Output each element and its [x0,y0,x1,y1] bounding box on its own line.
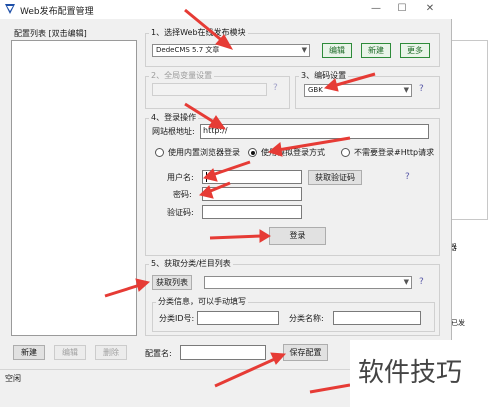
new-module-button[interactable]: 新建 [361,43,391,58]
background-panel [448,40,488,220]
global-vars-help-icon[interactable]: ? [273,83,278,93]
module-select-value: DedeCMS 5.7 文章 [156,46,220,54]
login-help-icon[interactable]: ? [405,172,410,182]
save-config-button[interactable]: 保存配置 [283,344,328,361]
radio-simulated-login[interactable] [248,148,257,157]
category-name-input[interactable] [333,311,421,325]
password-input[interactable] [202,187,302,201]
background-side-text: 已发 [451,319,465,327]
encoding-help-icon[interactable]: ? [419,84,424,94]
radio-no-login-label: 不需要登录#Http请求 [354,148,435,157]
encoding-select-value: GBK [308,86,323,94]
radio-builtin-browser-label: 使用内置浏览器登录 [168,148,240,157]
chevron-down-icon: ▼ [301,46,307,54]
password-label: 密码: [173,190,192,199]
get-list-button[interactable]: 获取列表 [152,275,192,290]
category-select[interactable]: ▼ [204,276,412,289]
text-cursor [206,172,207,182]
module-group-title: 1、选择Web在线发布模块 [149,28,248,38]
site-url-input[interactable]: http:// [200,124,429,139]
global-vars-select [152,83,267,96]
username-input[interactable] [202,170,302,184]
radio-simulated-login-label: 使用模拟登录方式 [261,148,325,157]
delete-config-button: 删除 [95,345,127,360]
watermark-text: 软件技巧 [358,358,463,388]
category-id-label: 分类ID号: [159,314,195,323]
get-captcha-button[interactable]: 获取验证码 [308,170,362,185]
site-url-label: 网站根地址: [152,127,195,136]
category-info-title: 分类信息，可以手动填写 [156,297,248,307]
category-name-label: 分类名称: [289,314,324,323]
captcha-label: 验证码: [167,208,194,217]
more-modules-button[interactable]: 更多 [400,43,430,58]
status-text: 空闲 [5,374,21,383]
app-logo-icon [5,4,15,14]
login-group-title: 4、登录操作 [149,113,199,123]
config-list-title: 配置列表 [双击编辑] [14,29,87,38]
chevron-down-icon: ▼ [403,86,409,94]
config-list[interactable] [11,40,137,336]
login-button[interactable]: 登录 [269,227,326,245]
encoding-title: 3、编码设置 [299,71,349,81]
module-select[interactable]: DedeCMS 5.7 文章 ▼ [152,44,310,57]
edit-config-button: 编辑 [54,345,86,360]
category-id-input[interactable] [197,311,279,325]
config-name-input[interactable] [180,345,266,360]
username-label: 用户名: [167,173,194,182]
captcha-input[interactable] [202,205,302,219]
close-button[interactable]: ✕ [424,2,436,16]
maximize-button[interactable]: ☐ [396,2,408,16]
config-name-label: 配置名: [145,349,172,358]
global-vars-title: 2、全局变量设置 [149,71,215,81]
minimize-button[interactable]: — [370,2,382,16]
radio-no-login[interactable] [341,148,350,157]
new-config-button[interactable]: 新建 [13,345,45,360]
category-help-icon[interactable]: ? [419,277,424,287]
chevron-down-icon: ▼ [403,278,409,286]
category-group-title: 5、获取分类/栏目列表 [149,259,233,269]
edit-module-button[interactable]: 编辑 [322,43,352,58]
encoding-select[interactable]: GBK ▼ [304,84,412,97]
window-title: Web发布配置管理 [20,7,94,17]
radio-builtin-browser[interactable] [155,148,164,157]
